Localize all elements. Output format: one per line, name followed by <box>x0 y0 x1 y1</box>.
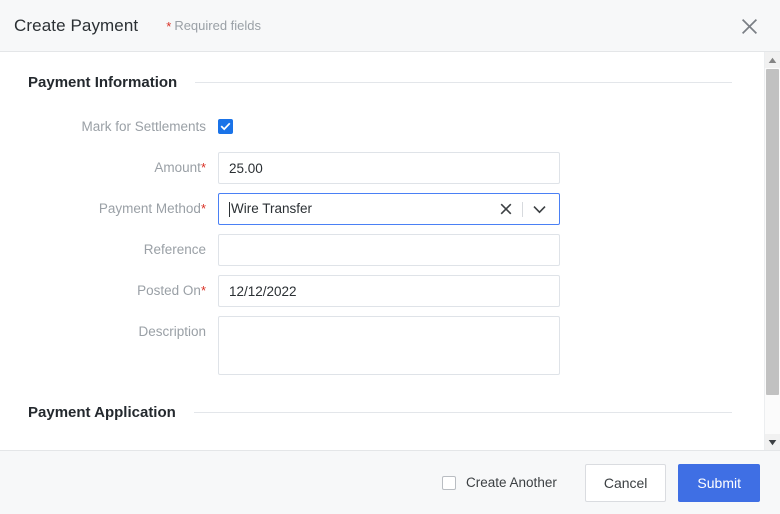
section-title: Payment Application <box>28 404 176 421</box>
create-another-label: Create Another <box>466 475 557 490</box>
posted-on-label: Posted On* <box>0 275 218 307</box>
description-control <box>218 316 560 380</box>
submit-button[interactable]: Submit <box>678 463 760 502</box>
section-divider <box>193 412 732 413</box>
field-row-reference: Reference <box>0 234 756 266</box>
section-payment-information: Payment Information <box>0 74 756 91</box>
amount-label-text: Amount <box>154 160 201 175</box>
cancel-button[interactable]: Cancel <box>584 463 667 502</box>
required-asterisk: * <box>166 19 172 34</box>
reference-input[interactable] <box>218 234 560 266</box>
dialog-footer: Create Another Cancel Submit <box>0 450 780 514</box>
section-divider <box>195 82 732 83</box>
create-another-checkbox[interactable] <box>442 475 457 490</box>
vertical-scrollbar[interactable] <box>764 52 780 450</box>
page-title: Create Payment <box>14 15 139 35</box>
amount-required-asterisk: * <box>200 160 206 175</box>
posted-on-label-text: Posted On <box>137 283 201 298</box>
amount-label: Amount* <box>0 152 218 184</box>
create-payment-dialog: Create Payment * Required fields Payment… <box>0 0 780 514</box>
text-cursor <box>229 201 230 217</box>
payment-method-actions <box>495 198 559 220</box>
triangle-down-icon[interactable] <box>765 434 780 450</box>
field-row-payment-method: Payment Method* Wire Transfer <box>0 193 756 225</box>
actions-divider <box>522 201 523 217</box>
amount-control <box>218 152 560 184</box>
payment-method-label-text: Payment Method <box>98 201 201 216</box>
posted-on-control <box>218 275 560 307</box>
reference-label: Reference <box>143 242 206 257</box>
posted-on-input[interactable] <box>218 275 560 307</box>
mark-for-settlements-checkbox[interactable] <box>218 119 233 134</box>
field-row-description: Description <box>0 316 756 380</box>
description-label: Description <box>138 324 206 339</box>
required-fields-note: * Required fields <box>166 18 261 33</box>
section-title: Payment Information <box>28 74 178 91</box>
amount-input[interactable] <box>218 152 560 184</box>
field-row-posted-on: Posted On* <box>0 275 756 307</box>
clear-icon[interactable] <box>495 198 517 220</box>
field-row-mark-for-settlements: Mark for Settlements <box>0 111 756 143</box>
payment-method-required-asterisk: * <box>200 201 206 216</box>
payment-method-value: Wire Transfer <box>231 201 313 216</box>
posted-on-required-asterisk: * <box>200 283 206 298</box>
close-icon[interactable] <box>734 11 764 41</box>
required-fields-label: Required fields <box>174 18 262 33</box>
mark-for-settlements-label: Mark for Settlements <box>81 119 206 134</box>
description-textarea[interactable] <box>218 316 560 375</box>
dialog-header: Create Payment * Required fields <box>0 0 780 52</box>
dialog-body: Payment Information Mark for Settlements… <box>0 52 780 450</box>
reference-control <box>218 234 560 266</box>
payment-method-select[interactable]: Wire Transfer <box>218 193 560 225</box>
scrollbar-thumb[interactable] <box>766 69 779 395</box>
payment-method-control: Wire Transfer <box>218 193 560 225</box>
create-another-option[interactable]: Create Another <box>442 475 557 490</box>
chevron-down-icon[interactable] <box>528 198 550 220</box>
form-content: Payment Information Mark for Settlements… <box>0 52 756 421</box>
mark-for-settlements-control <box>218 111 233 134</box>
field-row-amount: Amount* <box>0 152 756 184</box>
section-payment-application: Payment Application <box>0 404 756 421</box>
triangle-up-icon[interactable] <box>765 52 780 68</box>
payment-method-label: Payment Method* <box>0 193 218 225</box>
